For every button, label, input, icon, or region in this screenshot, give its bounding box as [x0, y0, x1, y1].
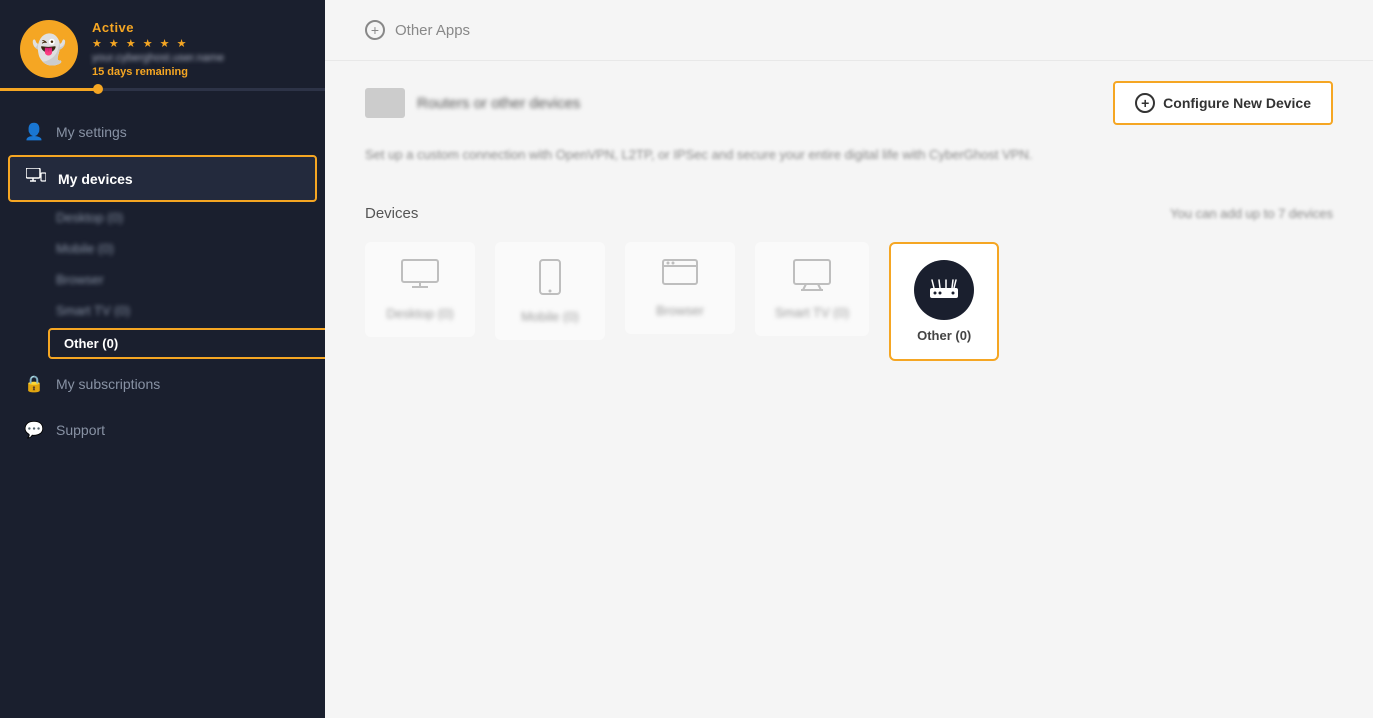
devices-row-header: Devices You can add up to 7 devices — [365, 205, 1333, 222]
configure-new-device-button[interactable]: + Configure New Device — [1113, 81, 1333, 125]
other-card-label: Other (0) — [917, 328, 971, 343]
desktop-card-icon — [400, 258, 440, 298]
sidebar-nav: 👤 My settings My devices Desktop (0) Mob… — [0, 91, 325, 471]
trial-progress-bar — [0, 88, 325, 91]
router-icon — [926, 272, 962, 307]
sidebar: 👻 Active ★ ★ ★ ★ ★ ★ your.cyberghost.use… — [0, 0, 325, 718]
other-apps-icon: + — [365, 20, 385, 40]
mobile-card-icon — [538, 258, 562, 301]
main-content: + Other Apps Routers or other devices + … — [325, 0, 1373, 718]
sidebar-header: 👻 Active ★ ★ ★ ★ ★ ★ your.cyberghost.use… — [0, 0, 325, 88]
support-label: Support — [56, 422, 105, 438]
smarttv-card-icon — [792, 258, 832, 297]
devices-sub-nav: Desktop (0) Mobile (0) Browser Smart TV … — [0, 202, 325, 361]
header-info: Active ★ ★ ★ ★ ★ ★ your.cyberghost.user.… — [92, 20, 224, 78]
router-device-icon — [365, 88, 405, 118]
routers-title: Routers or other devices — [417, 95, 580, 112]
rating-stars: ★ ★ ★ ★ ★ ★ — [92, 37, 224, 50]
configure-btn-label: Configure New Device — [1163, 95, 1311, 111]
devices-icon — [26, 168, 46, 189]
username-label: your.cyberghost.user.name — [92, 52, 224, 64]
devices-label: My devices — [58, 171, 133, 187]
sidebar-item-devices[interactable]: My devices — [8, 155, 317, 202]
browser-card-label: Browser — [656, 303, 704, 318]
sub-nav-desktop[interactable]: Desktop (0) — [56, 202, 325, 233]
device-cards-container: Desktop (0) Mobile (0) — [365, 242, 1333, 361]
sub-nav-mobile[interactable]: Mobile (0) — [56, 233, 325, 264]
sidebar-item-support[interactable]: 💬 Support — [0, 407, 325, 453]
settings-label: My settings — [56, 124, 127, 140]
configure-plus-icon: + — [1135, 93, 1155, 113]
devices-count-label: You can add up to 7 devices — [1170, 206, 1333, 221]
router-icon-circle — [914, 260, 974, 320]
smarttv-card-label: Smart TV (0) — [775, 305, 849, 320]
mobile-card-label: Mobile (0) — [521, 309, 579, 324]
device-card-browser[interactable]: Browser — [625, 242, 735, 334]
sidebar-item-subscriptions[interactable]: 🔒 My subscriptions — [0, 361, 325, 407]
other-apps-label: Other Apps — [395, 22, 470, 39]
routers-left: Routers or other devices — [365, 88, 580, 118]
device-card-other[interactable]: Other (0) — [889, 242, 999, 361]
sub-nav-smarttv[interactable]: Smart TV (0) — [56, 295, 325, 326]
progress-fill — [0, 88, 98, 91]
settings-icon: 👤 — [24, 122, 44, 142]
sub-nav-other[interactable]: Other (0) — [48, 328, 333, 359]
other-apps-row: + Other Apps — [325, 0, 1373, 61]
device-card-desktop[interactable]: Desktop (0) — [365, 242, 475, 337]
logo: 👻 — [20, 20, 78, 78]
sidebar-item-settings[interactable]: 👤 My settings — [0, 109, 325, 155]
devices-section-label: Devices — [365, 205, 418, 222]
status-label: Active — [92, 20, 224, 35]
routers-row: Routers or other devices + Configure New… — [365, 61, 1333, 145]
routers-description: Set up a custom connection with OpenVPN,… — [365, 145, 1333, 185]
desktop-card-label: Desktop (0) — [386, 306, 453, 321]
progress-dot — [93, 84, 103, 94]
device-card-mobile[interactable]: Mobile (0) — [495, 242, 605, 340]
browser-card-icon — [661, 258, 699, 295]
device-card-smarttv[interactable]: Smart TV (0) — [755, 242, 869, 336]
devices-section: Devices You can add up to 7 devices Desk… — [325, 185, 1373, 381]
support-icon: 💬 — [24, 420, 44, 440]
logo-icon: 👻 — [32, 33, 67, 66]
subscriptions-icon: 🔒 — [24, 374, 44, 394]
sub-nav-browser[interactable]: Browser — [56, 264, 325, 295]
trial-label: 15 days remaining — [92, 66, 224, 78]
routers-section: Routers or other devices + Configure New… — [325, 61, 1373, 185]
subscriptions-label: My subscriptions — [56, 376, 160, 392]
